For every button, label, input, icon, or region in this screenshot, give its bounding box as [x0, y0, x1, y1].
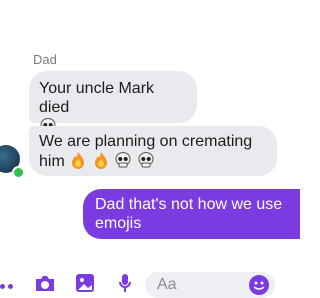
- skull-icon: [138, 152, 154, 168]
- skull-icon: [115, 152, 131, 168]
- mic-icon[interactable]: [118, 273, 132, 293]
- camera-icon[interactable]: [34, 274, 56, 292]
- composer-bar: [0, 268, 300, 298]
- sender-name: Dad: [33, 52, 57, 67]
- message-text: Dad that's not how we use emojis: [95, 196, 283, 232]
- fire-icon: [94, 152, 107, 169]
- message-text: We are planning on cremating: [39, 133, 253, 150]
- sent-message-bubble[interactable]: Dad that's not how we use emojis: [83, 189, 300, 239]
- message-text-continued: him: [39, 153, 65, 170]
- fire-icon: [72, 152, 85, 169]
- more-icon[interactable]: [0, 276, 16, 294]
- message-bubble[interactable]: Your uncle Mark died: [29, 71, 197, 134]
- online-indicator: [12, 166, 25, 179]
- message-text: Your uncle Mark died: [39, 80, 155, 116]
- photo-icon[interactable]: [75, 273, 95, 293]
- message-bubble[interactable]: We are planning on cremating him: [29, 126, 277, 176]
- smile-icon[interactable]: [248, 274, 270, 296]
